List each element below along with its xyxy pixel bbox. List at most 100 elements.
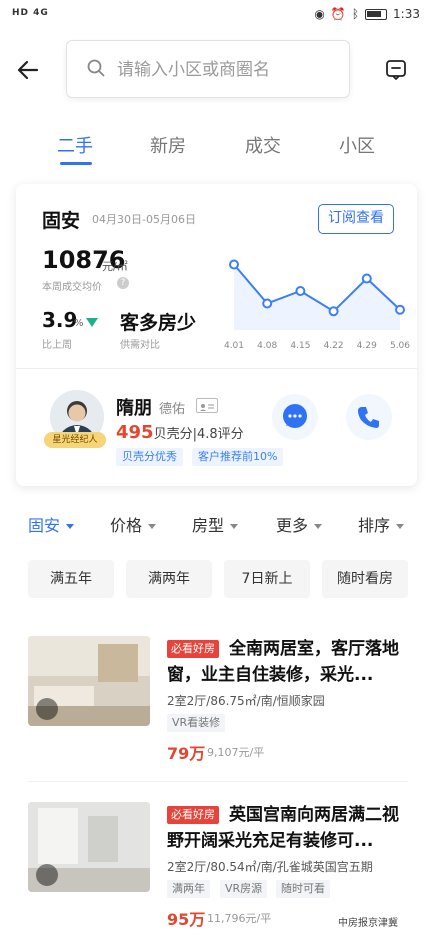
search-box[interactable] xyxy=(66,40,350,98)
battery-icon xyxy=(365,8,388,20)
listing-divider xyxy=(28,781,408,782)
listing-meta: 2室2厅/80.54㎡/南/孔雀城英国宫五期 xyxy=(167,860,373,874)
category-tabs: 二手 新房 成交 小区 xyxy=(0,128,434,168)
alarm-icon: ⏰ xyxy=(330,7,346,21)
agent-score-text: 贝壳分|4.8评分 xyxy=(153,427,244,442)
filter-bar: 固安 价格 房型 更多 排序 xyxy=(0,506,434,542)
chat-icon xyxy=(283,404,307,428)
chart-point xyxy=(229,259,239,270)
agent-badge: 贝壳分优秀 xyxy=(116,448,183,466)
listing-unit-price: 9,107元/平 xyxy=(207,746,265,759)
price-trend-chart: 4.01 4.08 4.15 4.22 4.29 5.06 xyxy=(224,259,410,351)
quick-filters: 满五年 满两年 7日新上 随时看房 xyxy=(0,556,434,606)
listing-card[interactable]: 必看好房 全南两居室，客厅落地窗，业主自住装修，采光... 2室2厅/86.75… xyxy=(0,636,434,786)
listing-price: 95万 xyxy=(167,910,206,929)
phone-icon xyxy=(358,407,379,428)
chevron-down-icon xyxy=(396,524,405,529)
listing-photo xyxy=(28,802,150,892)
agent-tag: 星光经纪人 xyxy=(44,432,106,448)
status-icons: ◉ ⏰ ᛒ 1:33 xyxy=(314,7,420,21)
filter-price[interactable]: 价格 xyxy=(110,512,157,536)
tab-community[interactable]: 小区 xyxy=(322,132,392,158)
message-icon[interactable] xyxy=(384,58,408,82)
agent-score-value: 495 xyxy=(116,422,154,443)
listing-meta: 2室2厅/86.75㎡/南/恒顺家园 xyxy=(167,694,325,708)
chart-x-tick-label: 4.15 xyxy=(290,341,310,351)
chart-x-tick-label: 4.08 xyxy=(257,341,277,351)
quick-filter-chip[interactable]: 随时看房 xyxy=(322,560,408,598)
supply-demand-label: 供需对比 xyxy=(120,340,160,351)
filter-sort-label: 排序 xyxy=(358,516,391,535)
chart-x-tick-label: 4.29 xyxy=(357,341,377,351)
filter-room-type[interactable]: 房型 xyxy=(192,512,239,536)
listing-tag: 满两年 xyxy=(167,880,210,898)
down-arrow-icon xyxy=(86,318,98,327)
listing-title: 英国宫南向两居满二视野开阔采光充足有装修可... xyxy=(167,805,399,851)
card-divider xyxy=(16,368,417,369)
chart-point xyxy=(295,286,306,296)
quick-filter-chip[interactable]: 满两年 xyxy=(126,560,212,598)
avg-price-unit: 元/㎡ xyxy=(102,260,128,273)
avg-price-label: 本周成交均价 xyxy=(42,282,102,293)
agent-score: 495贝壳分|4.8评分 xyxy=(116,422,244,443)
chart-x-tick-label: 5.06 xyxy=(390,341,410,351)
search-input[interactable] xyxy=(117,55,337,85)
chevron-down-icon xyxy=(148,524,157,529)
tab-underline xyxy=(60,162,92,165)
vr-icon xyxy=(36,698,58,720)
eye-icon: ◉ xyxy=(314,7,325,21)
quick-filter-chip[interactable]: 7日新上 xyxy=(224,560,310,598)
bluetooth-icon: ᛒ xyxy=(351,7,360,21)
week-over-week-unit: % xyxy=(74,318,84,329)
listing-price: 79万 xyxy=(167,744,206,763)
market-card: 固安 04月30日-05月06日 订阅查看 10876 元/㎡ 本周成交均价 ?… xyxy=(16,184,417,486)
subscribe-button[interactable]: 订阅查看 xyxy=(318,204,394,234)
back-arrow-icon[interactable] xyxy=(14,56,44,86)
chart-point xyxy=(395,304,405,315)
business-card-icon[interactable] xyxy=(196,398,218,413)
watermark: 中房报京津冀 xyxy=(338,918,398,929)
chevron-down-icon xyxy=(314,524,323,529)
supply-demand-value: 客多房少 xyxy=(120,312,197,334)
filter-price-label: 价格 xyxy=(110,516,143,535)
search-icon xyxy=(87,59,105,77)
filter-more[interactable]: 更多 xyxy=(276,512,323,536)
chart-area xyxy=(234,264,400,330)
quick-filter-chip[interactable]: 满五年 xyxy=(28,560,114,598)
status-bar: HD 4G ◉ ⏰ ᛒ 1:33 xyxy=(0,0,434,30)
vr-icon xyxy=(36,864,58,886)
chart-x-tick-label: 4.01 xyxy=(224,341,244,351)
filter-more-label: 更多 xyxy=(276,516,309,535)
chevron-down-icon xyxy=(66,524,75,529)
listing-unit-price: 11,796元/平 xyxy=(207,912,272,925)
listing-tag: VR房源 xyxy=(220,880,268,898)
listing-tag: 随时可看 xyxy=(276,880,330,898)
tab-new-house[interactable]: 新房 xyxy=(133,132,203,158)
chart-point xyxy=(262,298,273,309)
clock: 1:33 xyxy=(393,7,420,21)
agent-badge: 客户推荐前10% xyxy=(192,448,284,466)
filter-location-label: 固安 xyxy=(28,516,61,535)
call-button[interactable] xyxy=(346,394,392,440)
listing-title: 全南两居室，客厅落地窗，业主自住装修，采光... xyxy=(167,639,399,685)
market-date-range: 04月30日-05月06日 xyxy=(92,213,196,226)
info-icon[interactable]: ? xyxy=(117,277,129,289)
week-over-week-value: 3.9 xyxy=(42,308,78,332)
chat-button[interactable] xyxy=(272,394,318,440)
agent-company: 德佑 xyxy=(159,402,186,417)
listing-photo xyxy=(28,636,150,726)
filter-sort[interactable]: 排序 xyxy=(358,512,405,536)
filter-room-type-label: 房型 xyxy=(192,516,225,535)
filter-location[interactable]: 固安 xyxy=(28,512,75,536)
market-city: 固安 xyxy=(42,210,81,232)
tab-second-hand[interactable]: 二手 xyxy=(40,132,110,158)
network-indicator: HD 4G xyxy=(12,8,49,18)
tab-deals[interactable]: 成交 xyxy=(228,132,298,158)
agent-name: 隋朋 xyxy=(116,398,152,419)
week-over-week-label: 比上周 xyxy=(42,340,72,351)
listing-tag: VR看装修 xyxy=(167,714,226,732)
chart-point xyxy=(328,306,339,317)
header xyxy=(0,30,434,110)
chart-point xyxy=(361,273,372,284)
chart-x-tick-label: 4.22 xyxy=(324,341,344,351)
